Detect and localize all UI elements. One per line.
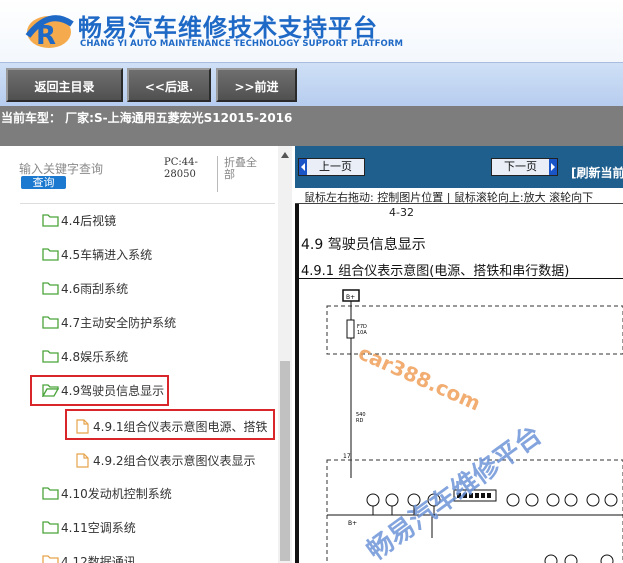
scroll-up-icon[interactable] bbox=[281, 152, 289, 158]
folder-icon bbox=[42, 248, 59, 261]
app-header: R 畅易汽车维修技术支持平台 CHANG YI AUTO MAINTENANCE… bbox=[0, 0, 623, 62]
svg-text:RD: RD bbox=[356, 418, 363, 424]
next-page-label: 下一页 bbox=[504, 160, 537, 173]
svg-text:R: R bbox=[36, 21, 56, 51]
tree-item-label: 4.4后视镜 bbox=[61, 213, 117, 228]
car-model-bar: 当前车型： 厂家:S-上海通用五菱宏光S12015-2016 bbox=[0, 106, 623, 146]
hint-text: 鼠标左右拖动: 控制图片位置 | 鼠标滚轮向上:放大 滚轮向下 bbox=[304, 191, 594, 204]
app-root: R 畅易汽车维修技术支持平台 CHANG YI AUTO MAINTENANCE… bbox=[0, 0, 623, 563]
tree-item-label: 4.7主动安全防护系统 bbox=[61, 315, 177, 330]
divider bbox=[20, 203, 275, 204]
tree-item-4-10[interactable]: 4.10发动机控制系统 bbox=[42, 483, 172, 503]
document-viewer[interactable]: 4-32 4.9 驾驶员信息显示 4.9.1 组合仪表示意图(电源、搭铁和串行数… bbox=[295, 204, 623, 563]
tree-item-label: 4.10发动机控制系统 bbox=[61, 486, 172, 501]
tree-item-label: 4.5车辆进入系统 bbox=[61, 247, 153, 262]
app-subtitle: CHANG YI AUTO MAINTENANCE TECHNOLOGY SUP… bbox=[80, 39, 404, 49]
refresh-button[interactable]: [刷新当前 bbox=[571, 164, 623, 181]
search-input[interactable]: 输入关键字查询 bbox=[19, 160, 103, 177]
tree-item-4-6[interactable]: 4.6雨刮系统 bbox=[42, 278, 128, 298]
car-model-text: 当前车型： 厂家:S-上海通用五菱宏光S12015-2016 bbox=[1, 111, 293, 125]
back-button[interactable]: <<后退. bbox=[127, 68, 211, 102]
tree-item-4-9-2[interactable]: 4.9.2组合仪表示意图仪表显示 bbox=[76, 450, 256, 470]
file-icon bbox=[42, 555, 59, 563]
home-button[interactable]: 返回主目录 bbox=[6, 68, 123, 102]
next-page-button[interactable]: 下一页 bbox=[491, 158, 558, 176]
file-icon bbox=[76, 452, 89, 468]
folder-icon bbox=[42, 521, 59, 534]
app-title: 畅易汽车维修技术支持平台 bbox=[78, 14, 378, 42]
cluster-label: B+ bbox=[348, 520, 357, 527]
tree-item-4-4[interactable]: 4.4后视镜 bbox=[42, 210, 116, 230]
tree-item-label: 4.8娱乐系统 bbox=[61, 349, 129, 364]
collapse-all-button[interactable]: 折叠全部 bbox=[224, 157, 262, 181]
logo-icon: R bbox=[25, 15, 74, 51]
folder-icon bbox=[42, 282, 59, 295]
pc-code: PC:44-28050 bbox=[164, 157, 198, 180]
folder-icon bbox=[42, 487, 59, 500]
highlight-box bbox=[65, 409, 275, 440]
battery-label: B+ bbox=[346, 294, 355, 301]
search-button[interactable]: 查询 bbox=[21, 176, 66, 189]
tree-item-4-11[interactable]: 4.11空调系统 bbox=[42, 517, 136, 537]
tree-item-label: 4.9.2组合仪表示意图仪表显示 bbox=[93, 453, 256, 468]
prev-page-button[interactable]: 上一页 bbox=[298, 158, 365, 176]
tree-item-label: 4.6雨刮系统 bbox=[61, 281, 129, 296]
section-title: 4.9 驾驶员信息显示 bbox=[301, 237, 426, 253]
scrollbar-thumb[interactable] bbox=[280, 361, 290, 561]
tree-item-label: 4.12数据通讯 bbox=[61, 554, 136, 563]
toolbar: 返回主目录 <<后退. >>前进 bbox=[0, 62, 623, 106]
forward-button[interactable]: >>前进 bbox=[216, 68, 297, 102]
tree-item-4-12[interactable]: 4.12数据通讯 bbox=[42, 551, 136, 563]
subsection-title: 4.9.1 组合仪表示意图(电源、搭铁和串行数据) bbox=[301, 264, 570, 279]
tree-item-label: 4.11空调系统 bbox=[61, 520, 136, 535]
wiring-diagram: B+ F7D 10A 540 RD 17 B+ bbox=[299, 278, 623, 563]
sidebar: 输入关键字查询 查询 PC:44-28050 折叠全部 4.4后视镜 4.5车辆… bbox=[0, 146, 278, 563]
sidebar-scrollbar[interactable] bbox=[278, 146, 292, 563]
hint-bar: 鼠标左右拖动: 控制图片位置 | 鼠标滚轮向上:放大 滚轮向下 bbox=[295, 188, 623, 204]
folder-icon bbox=[42, 350, 59, 363]
svg-text:10A: 10A bbox=[357, 330, 367, 336]
arrow-left-icon bbox=[299, 159, 307, 175]
arrow-right-icon bbox=[549, 159, 557, 175]
tree-item-4-8[interactable]: 4.8娱乐系统 bbox=[42, 346, 128, 366]
folder-icon bbox=[42, 214, 59, 227]
folder-icon bbox=[42, 316, 59, 329]
pin-label: 17 bbox=[343, 453, 351, 460]
page-number: 4-32 bbox=[389, 206, 414, 219]
prev-page-label: 上一页 bbox=[319, 160, 352, 173]
divider bbox=[217, 156, 218, 192]
highlight-box bbox=[30, 375, 169, 406]
tree-item-4-7[interactable]: 4.7主动安全防护系统 bbox=[42, 312, 176, 332]
tree-item-4-5[interactable]: 4.5车辆进入系统 bbox=[42, 244, 152, 264]
